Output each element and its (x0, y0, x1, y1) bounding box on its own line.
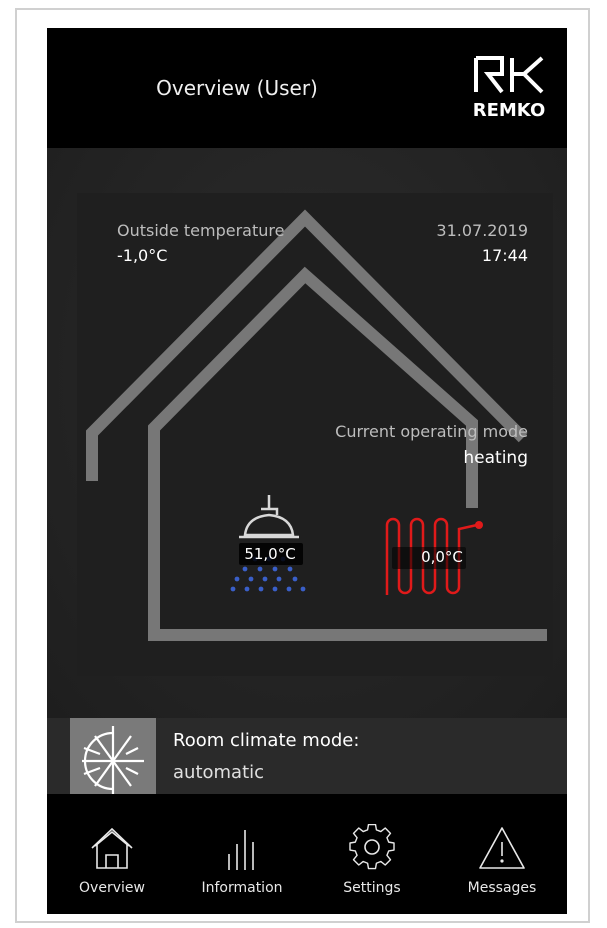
hot-water-widget[interactable]: 51,0°C (217, 493, 317, 603)
header-bar: Overview (User) REMKO (47, 28, 567, 148)
outside-temperature-label: Outside temperature (117, 221, 285, 240)
heating-circuit-widget[interactable]: 0,0°C (377, 515, 497, 605)
bars-icon (228, 830, 254, 870)
house-icon (91, 827, 133, 869)
nav-settings-label: Settings (343, 880, 401, 896)
sun-snowflake-icon (82, 726, 144, 796)
house-panel: Outside temperature -1,0°C 31.07.2019 17… (77, 193, 553, 676)
nav-information-label: Information (201, 880, 283, 896)
bottom-navigation: Overview Information Settings Messages (47, 794, 567, 914)
logo-text: REMKO (472, 100, 546, 121)
remko-logo-mark (474, 56, 544, 94)
page-title: Overview (User) (156, 76, 318, 100)
overview-stage: Outside temperature -1,0°C 31.07.2019 17… (47, 148, 567, 718)
operating-mode-value: heating (463, 448, 528, 468)
nav-messages[interactable]: Messages (437, 794, 567, 914)
date-display: 31.07.2019 (436, 221, 528, 240)
operating-mode-label: Current operating mode (335, 422, 528, 441)
heating-circuit-temperature: 0,0°C (421, 548, 463, 566)
warning-icon (479, 827, 525, 869)
nav-information[interactable]: Information (177, 794, 307, 914)
gear-icon (349, 824, 395, 870)
nav-overview[interactable]: Overview (47, 794, 177, 914)
room-climate-value: automatic (173, 762, 265, 783)
nav-overview-label: Overview (79, 880, 145, 896)
remko-logo: REMKO (472, 54, 546, 121)
room-climate-icon-box (70, 718, 156, 804)
nav-messages-label: Messages (467, 880, 537, 896)
time-display: 17:44 (481, 246, 528, 265)
room-climate-label: Room climate mode: (173, 730, 360, 751)
screen: Overview (User) REMKO Outside temperatur… (47, 28, 567, 914)
hot-water-temperature: 51,0°C (244, 545, 296, 563)
outside-temperature-value: -1,0°C (117, 246, 168, 265)
nav-settings[interactable]: Settings (307, 794, 437, 914)
